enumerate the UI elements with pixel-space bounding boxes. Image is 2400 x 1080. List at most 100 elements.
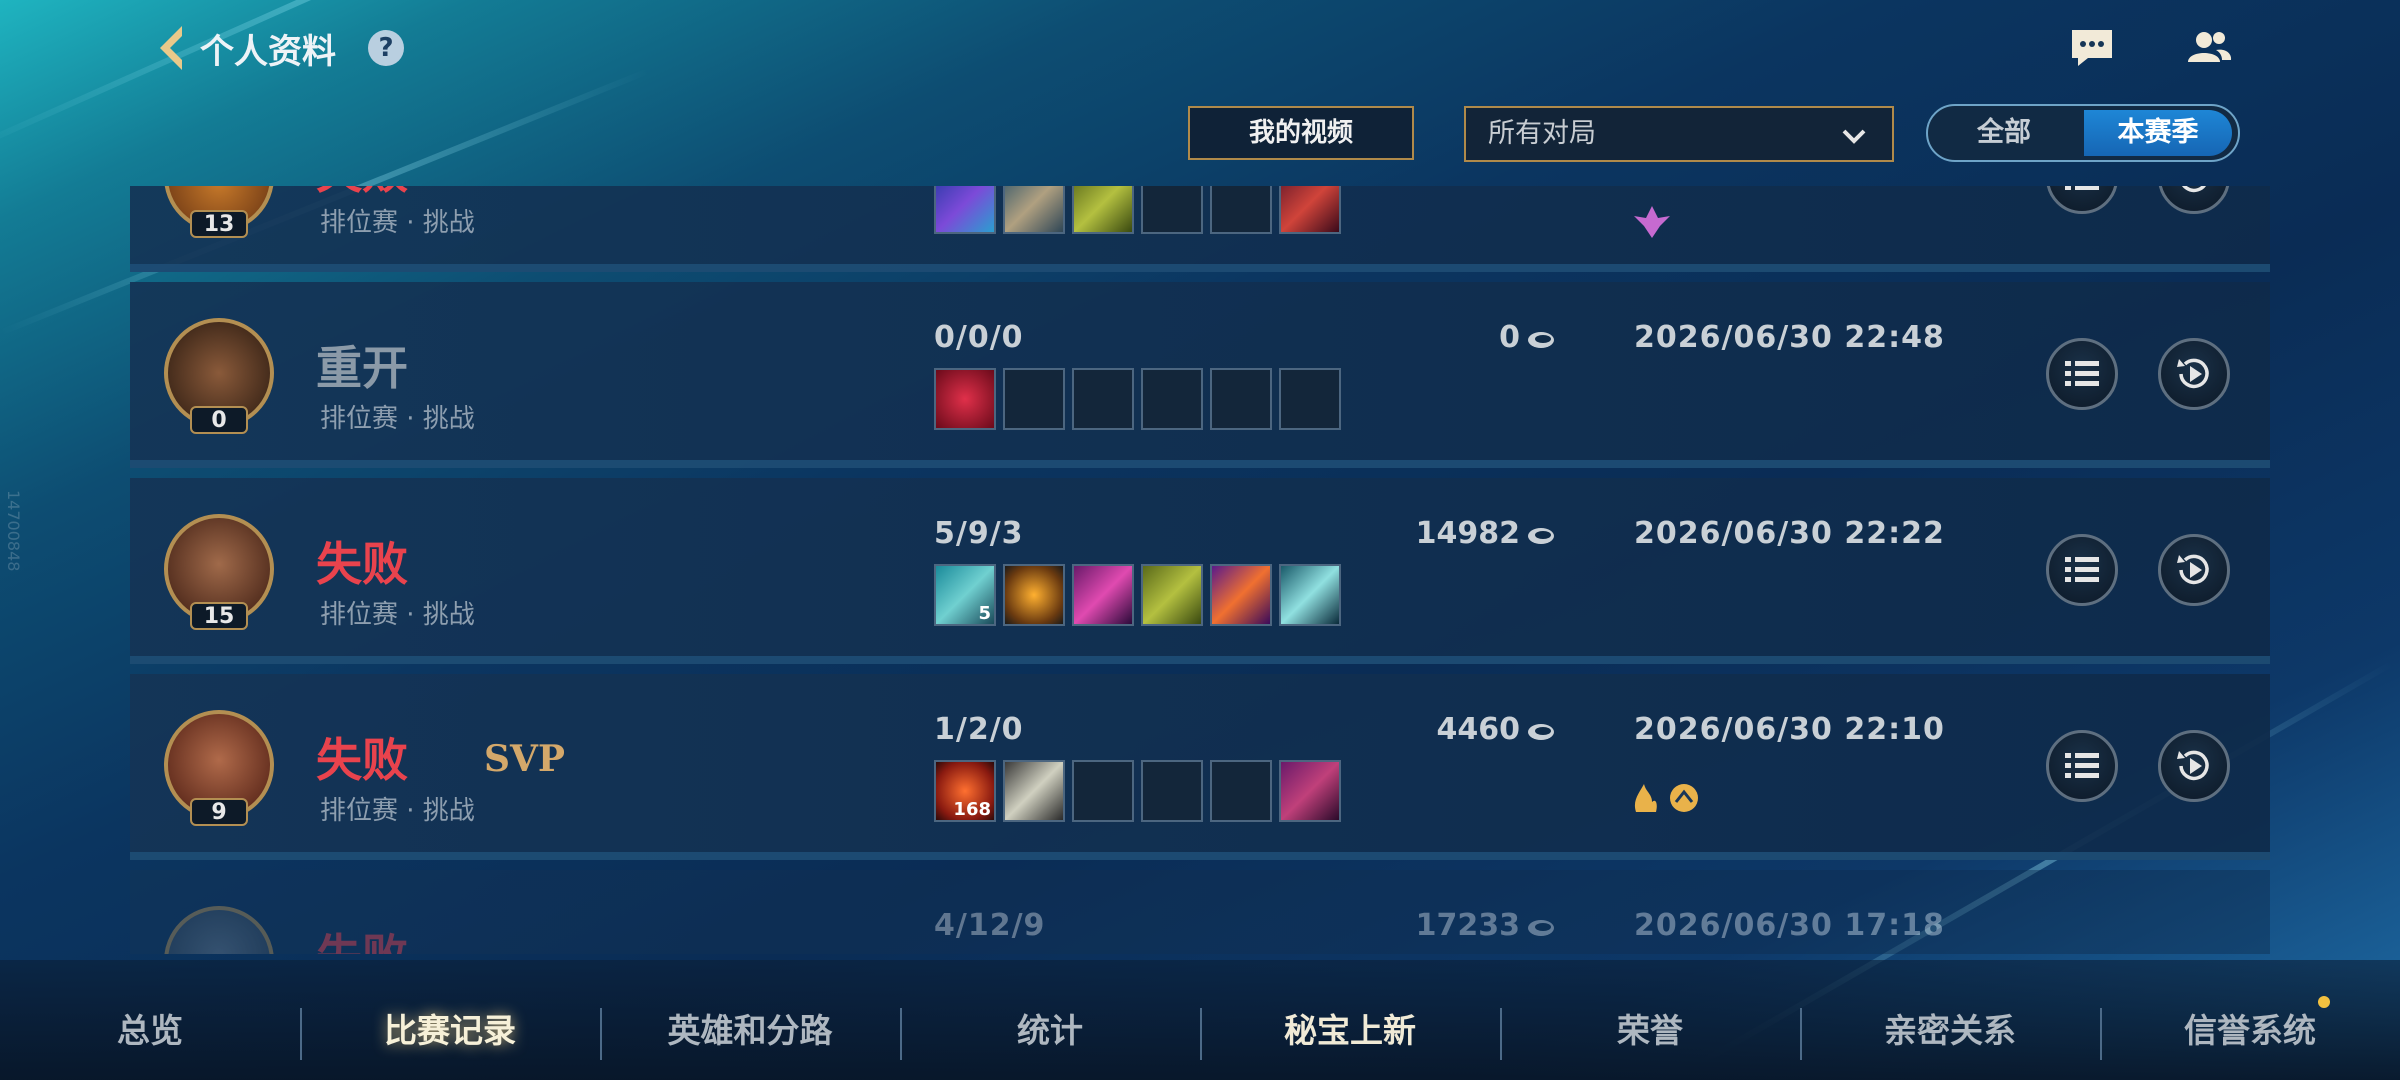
page-title: 个人资料	[200, 32, 336, 72]
item-stack-count: 5	[978, 603, 991, 624]
item-slot	[1072, 760, 1134, 822]
season-toggle[interactable]: 全部 本赛季	[1926, 104, 2240, 162]
bg-streak	[0, 0, 784, 156]
item-stack-count: 168	[953, 799, 991, 820]
item-slot	[1003, 186, 1065, 234]
item-slot	[1210, 186, 1272, 234]
replay-button[interactable]	[2158, 186, 2230, 214]
help-icon[interactable]: ?	[368, 30, 404, 66]
nav-overview[interactable]: 总览	[0, 1004, 300, 1052]
friends-icon[interactable]	[2186, 28, 2232, 68]
item-slot	[1003, 368, 1065, 430]
item-slot	[934, 368, 996, 430]
bottom-nav: 总览 比赛记录 英雄和分路 统计 秘宝上新 荣誉 亲密关系 信誉系统	[0, 960, 2400, 1080]
nav-champions-lanes[interactable]: 英雄和分路	[600, 1004, 900, 1052]
kda-text: 5/9/3	[934, 516, 1024, 551]
item-slot	[1210, 368, 1272, 430]
match-row[interactable]: 13 失败 排位赛 · 挑战	[130, 186, 2270, 272]
kda-text: 1/2/0	[934, 712, 1024, 747]
match-result: 失败	[316, 920, 408, 954]
chevron-down-icon	[1842, 129, 1866, 144]
details-button[interactable]	[2046, 338, 2118, 410]
svp-badge: SVP	[484, 738, 565, 780]
season-all-tab[interactable]: 全部	[1934, 110, 2074, 156]
gold-text: 17233	[1415, 908, 1520, 943]
kda-text: 4/12/9	[934, 908, 1046, 943]
list-icon	[2065, 361, 2099, 386]
match-date: 2026/06/30 22:10	[1634, 712, 1945, 747]
replay-button[interactable]	[2158, 338, 2230, 410]
match-mode: 排位赛 · 挑战	[320, 404, 475, 434]
match-mode: 排位赛 · 挑战	[320, 208, 475, 238]
season-current-tab[interactable]: 本赛季	[2084, 110, 2232, 156]
replay-icon	[2177, 554, 2209, 585]
item-slot	[1003, 760, 1065, 822]
nav-match-history[interactable]: 比赛记录	[300, 1004, 600, 1052]
details-button[interactable]	[2046, 730, 2118, 802]
back-arrow-icon	[160, 26, 182, 70]
match-type-value: 所有对局	[1488, 118, 1596, 149]
list-icon	[2065, 557, 2099, 582]
item-slot	[1072, 564, 1134, 626]
item-slot	[1279, 186, 1341, 234]
details-button[interactable]	[2046, 186, 2118, 214]
match-result: 失败	[316, 537, 408, 591]
item-slot	[1141, 760, 1203, 822]
item-slot	[1003, 564, 1065, 626]
coin-icon	[1528, 332, 1554, 348]
item-slot	[1141, 368, 1203, 430]
side-id-text: 14700848	[4, 490, 23, 572]
notification-dot	[2318, 996, 2330, 1008]
gold-text: 14982	[1415, 516, 1520, 551]
coin-icon	[1528, 528, 1554, 544]
match-list[interactable]: 13 失败 排位赛 · 挑战 0 重开 排位赛 · 挑战 0/0/0 0 202…	[130, 186, 2270, 954]
item-slot: 168	[934, 760, 996, 822]
gold-text: 4460	[1436, 712, 1521, 747]
match-row[interactable]: 15 失败 排位赛 · 挑战 5/9/3 14982 2026/06/30 22…	[130, 478, 2270, 664]
list-icon	[2065, 186, 2099, 190]
chat-icon[interactable]	[2070, 28, 2114, 68]
replay-icon	[2177, 358, 2209, 389]
gold-text: 0	[1499, 320, 1520, 355]
item-slot	[1141, 564, 1203, 626]
match-result: 重开	[316, 341, 408, 395]
item-slot	[934, 186, 996, 234]
match-date: 2026/06/30 22:48	[1634, 320, 1945, 355]
replay-icon	[2182, 186, 2206, 193]
kda-text: 0/0/0	[934, 320, 1024, 355]
item-slot	[1141, 186, 1203, 234]
match-type-select[interactable]: 所有对局	[1464, 106, 1894, 162]
item-slot	[1210, 760, 1272, 822]
champion-level: 0	[190, 406, 248, 434]
match-date: 2026/06/30 22:22	[1634, 516, 1945, 551]
replay-button[interactable]	[2158, 730, 2230, 802]
item-slot	[1279, 760, 1341, 822]
details-button[interactable]	[2046, 534, 2118, 606]
champion-avatar	[164, 906, 274, 954]
match-row[interactable]: 9 失败 SVP 排位赛 · 挑战 1/2/0 4460 2026/06/30 …	[130, 674, 2270, 860]
nav-credit-system[interactable]: 信誉系统	[2100, 1004, 2400, 1052]
coin-icon	[1528, 920, 1554, 936]
item-slot	[1072, 186, 1134, 234]
match-mode: 排位赛 · 挑战	[320, 796, 475, 826]
honor-medal-icon	[1634, 206, 1670, 238]
item-slot	[1072, 368, 1134, 430]
my-videos-button[interactable]: 我的视频	[1188, 106, 1414, 160]
nav-relationships[interactable]: 亲密关系	[1800, 1004, 2100, 1052]
match-mode: 排位赛 · 挑战	[320, 600, 475, 630]
nav-treasure[interactable]: 秘宝上新	[1200, 1004, 1500, 1052]
match-row[interactable]: 0 重开 排位赛 · 挑战 0/0/0 0 2026/06/30 22:48	[130, 282, 2270, 468]
nav-stats[interactable]: 统计	[900, 1004, 1200, 1052]
back-button[interactable]	[152, 22, 192, 74]
replay-button[interactable]	[2158, 534, 2230, 606]
coin-icon	[1528, 724, 1554, 740]
nav-honor[interactable]: 荣誉	[1500, 1004, 1800, 1052]
item-slot	[1210, 564, 1272, 626]
item-slot: 5	[934, 564, 996, 626]
champion-level: 9	[190, 798, 248, 826]
match-row[interactable]: 失败 4/12/9 17233 2026/06/30 17:18	[130, 870, 2270, 954]
match-result: 失败	[316, 733, 408, 787]
match-result: 失败	[316, 186, 408, 202]
item-slot	[1279, 368, 1341, 430]
item-slot	[1279, 564, 1341, 626]
